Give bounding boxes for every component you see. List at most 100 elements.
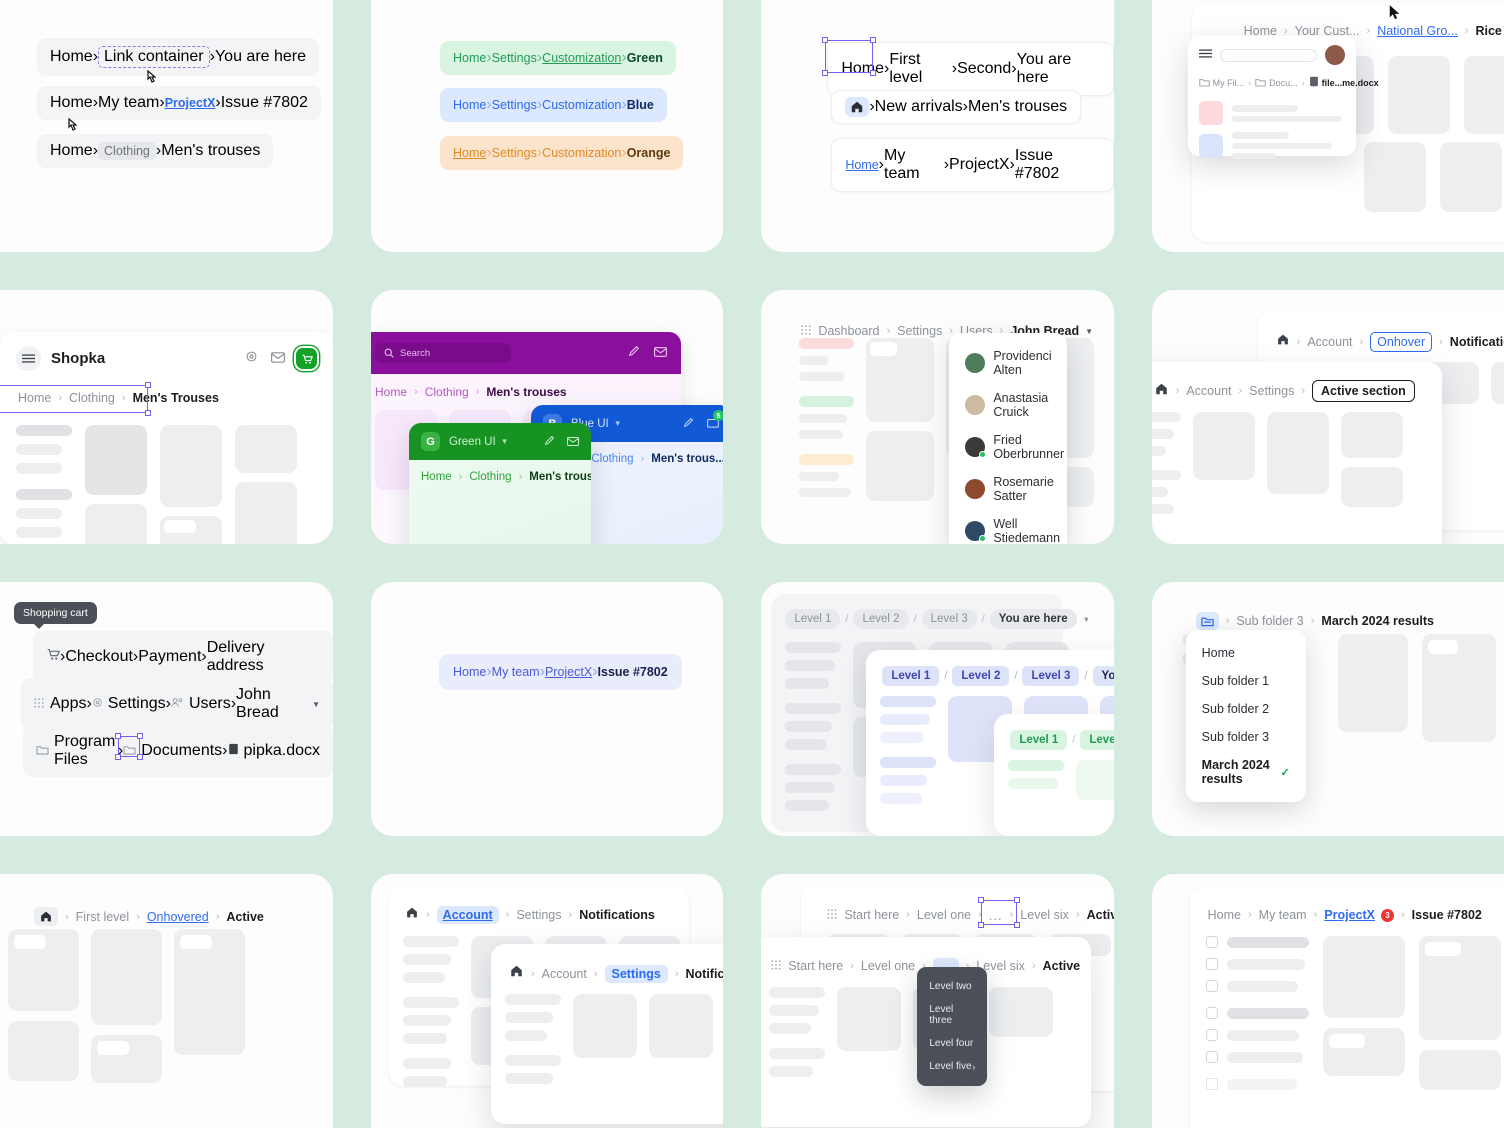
breadcrumb-gray[interactable]: Level 1 / Level 2 / Level 3 / You are he… <box>771 594 1090 629</box>
crumb-current[interactable]: You are here <box>989 609 1077 629</box>
crumb-settings[interactable]: Settings <box>897 324 942 338</box>
chevron-down-icon[interactable]: ▼ <box>614 419 622 428</box>
breadcrumb-orange[interactable]: Home › Settings › Customization › Orange <box>440 136 684 170</box>
crumb-documents[interactable]: Documents <box>141 742 222 760</box>
crumb-settings[interactable]: Settings <box>108 695 166 713</box>
crumb-customization[interactable]: Customization <box>542 51 621 65</box>
crumb-settings[interactable]: Settings <box>492 98 537 112</box>
crumb-settings[interactable]: Settings <box>516 908 561 922</box>
selection-box[interactable] <box>822 37 877 76</box>
menu-item-user[interactable]: Anastasia Cruick <box>949 384 1067 426</box>
crumb-home[interactable]: Home <box>50 48 93 66</box>
crumb-second[interactable]: Second <box>957 60 1011 78</box>
crumb-account[interactable]: Account <box>1186 384 1231 398</box>
crumb-home[interactable]: Home <box>845 158 878 172</box>
crumb-projectx[interactable]: ProjectX <box>949 156 1009 174</box>
crumb-home[interactable]: Home <box>453 51 486 65</box>
grid-icon[interactable] <box>771 957 781 975</box>
breadcrumb[interactable]: Program Files › Documents › pipka.docx <box>23 725 333 777</box>
crumb-users[interactable]: Users <box>189 695 231 713</box>
breadcrumb[interactable]: › Account › Settings › Notifications <box>491 944 723 983</box>
breadcrumb-green[interactable]: Home › Clothing › Men's trous... <box>409 460 591 494</box>
pencil-icon[interactable] <box>628 344 640 362</box>
breadcrumb[interactable]: Home › My team › ProjectX › Issue #7802 <box>37 86 321 120</box>
breadcrumb[interactable]: Home › My team › ProjectX › Issue #7802 <box>439 654 682 690</box>
selection-box[interactable] <box>0 382 151 416</box>
breadcrumb[interactable]: Home › Clothing › Men's trouses <box>37 134 274 168</box>
breadcrumb[interactable]: Home › Link container › You are here <box>37 38 320 76</box>
cart-icon[interactable] <box>296 348 317 369</box>
crumb-level-one[interactable]: Level one <box>917 908 971 922</box>
gear-icon[interactable] <box>245 350 258 368</box>
breadcrumb[interactable]: › Account › Settings › Notifications <box>389 886 689 924</box>
breadcrumb-green[interactable]: Home › Settings › Customization › Green <box>440 41 676 75</box>
crumb-account[interactable]: Account <box>542 967 587 981</box>
breadcrumb[interactable]: Home › Your Cust... › National Gro... › … <box>1192 2 1504 38</box>
crumb-sub-folder-3[interactable]: Sub folder 3 <box>1236 614 1303 628</box>
chevron-down-icon[interactable]: ▼ <box>312 700 320 709</box>
grid-icon[interactable] <box>34 695 44 713</box>
crumb-first-level[interactable]: First level <box>76 910 129 924</box>
breadcrumb[interactable]: Home › My team › ProjectX 3 › Issue #780… <box>1190 888 1504 922</box>
menu-item-level-four[interactable]: Level four <box>917 1032 987 1055</box>
crumb-checkout[interactable]: Checkout <box>65 648 133 666</box>
breadcrumb[interactable]: › New arrivals › Men's trouses <box>831 90 1082 124</box>
home-icon[interactable] <box>34 907 58 926</box>
menu-item-level-two[interactable]: Level two <box>917 975 987 998</box>
crumb-clothing[interactable]: Clothing <box>98 142 156 160</box>
crumb-onhover[interactable]: Onhover <box>1370 332 1433 352</box>
checkbox[interactable] <box>1205 980 1218 992</box>
menu-item-level-three[interactable]: Level three <box>917 998 987 1032</box>
mail-icon[interactable] <box>654 344 667 362</box>
crumb-home[interactable]: Home <box>453 98 486 112</box>
menu-item-user[interactable]: Fried Oberbrunner <box>949 426 1067 468</box>
crumb-clothing[interactable]: Clothing <box>469 471 511 483</box>
crumb-home[interactable]: Home <box>421 471 452 483</box>
breadcrumb-green[interactable]: Level 1 / Level 2 / L <box>994 714 1114 750</box>
breadcrumb[interactable]: › Checkout › Payment › Delivery address <box>33 631 333 683</box>
menu-item-user[interactable]: Providenci Alten <box>949 342 1067 384</box>
search-input[interactable]: Search <box>375 343 511 363</box>
menu-item-sub-folder-2[interactable]: Sub folder 2 <box>1186 695 1306 723</box>
crumb-account[interactable]: Account <box>436 906 499 924</box>
crumb-start-here[interactable]: Start here <box>844 908 899 922</box>
crumb-first-level[interactable]: First level <box>889 51 951 87</box>
crumb-apps[interactable]: Apps <box>50 695 86 713</box>
home-icon[interactable] <box>1276 333 1290 351</box>
crumb-level-3[interactable]: Level 3 <box>1022 666 1080 686</box>
crumb-settings[interactable]: Settings <box>492 51 537 65</box>
crumb-overflow-wrap[interactable]: ... <box>977 896 1020 928</box>
home-icon[interactable] <box>405 906 419 924</box>
crumb-home[interactable]: Home <box>453 146 486 160</box>
crumb-documents[interactable]: Docu... <box>1269 78 1298 88</box>
crumb-level-1[interactable]: Level 1 <box>882 666 940 686</box>
crumb-my-team[interactable]: My team <box>1259 908 1307 922</box>
crumb-active-section[interactable]: Active section <box>1312 380 1415 402</box>
search-input[interactable] <box>1219 48 1317 62</box>
crumb-level-2[interactable]: Level 2 <box>952 666 1010 686</box>
checkbox[interactable] <box>1205 1051 1218 1063</box>
checkbox[interactable] <box>1205 1078 1218 1090</box>
folder-icon[interactable] <box>1195 612 1219 630</box>
menu-item-user[interactable]: Rosemarie Satter <box>949 468 1067 510</box>
crumb-home[interactable]: Home <box>453 665 486 679</box>
breadcrumb[interactable]: › Account › Onhover › Notifications <box>1258 310 1504 352</box>
chevron-down-icon[interactable]: ▼ <box>1085 327 1093 336</box>
crumb-my-team[interactable]: My team <box>492 665 540 679</box>
checkbox[interactable] <box>1205 1007 1218 1019</box>
overflow-dropdown-menu[interactable]: Level two Level three Level four Level f… <box>917 967 988 1086</box>
crumb-start-here[interactable]: Start here <box>788 959 843 973</box>
breadcrumb-indigo[interactable]: Level 1 / Level 2 / Level 3 / You are he… <box>866 650 1114 686</box>
home-icon[interactable] <box>1154 382 1169 401</box>
crumb-home[interactable]: Home <box>50 94 93 112</box>
mail-icon[interactable] <box>271 350 285 368</box>
crumb-national-grocery[interactable]: National Gro... <box>1377 24 1458 38</box>
crumb-customization[interactable]: Customization <box>542 146 621 160</box>
crumb-level-2[interactable]: Level 2 <box>853 609 909 629</box>
selection-box[interactable] <box>977 896 1020 928</box>
mail-icon[interactable] <box>567 433 579 451</box>
crumb-clothing[interactable]: Clothing <box>591 453 633 465</box>
user-dropdown-menu[interactable]: Providenci Alten Anastasia Cruick Fried … <box>949 333 1068 544</box>
chevron-down-icon[interactable]: ▼ <box>501 437 509 446</box>
crumb-my-team[interactable]: My team <box>98 94 159 112</box>
